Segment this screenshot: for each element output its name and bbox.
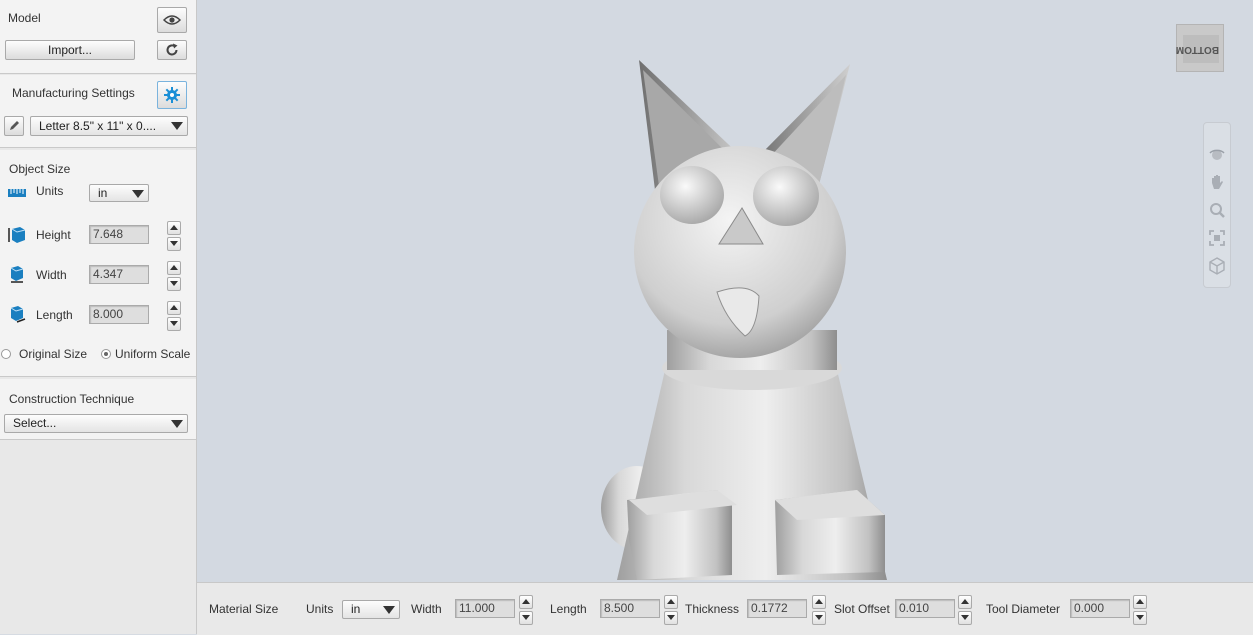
material-length-label: Length (550, 602, 587, 616)
view-cube[interactable]: BOTTOM (1176, 24, 1224, 72)
height-stepper[interactable] (167, 221, 181, 251)
original-size-label: Original Size (19, 347, 88, 361)
chevron-down-icon (383, 606, 395, 614)
fit-icon[interactable] (1208, 229, 1226, 247)
tool-diameter-label: Tool Diameter (986, 602, 1061, 616)
length-input[interactable]: 8.000 (89, 305, 149, 324)
pan-icon[interactable] (1208, 173, 1226, 191)
uniform-scale-radio[interactable] (101, 349, 111, 359)
preset-select-value: Letter 8.5" x 11" x 0.... (39, 119, 157, 133)
construction-panel: Construction Technique Select... (0, 379, 196, 440)
width-input[interactable]: 4.347 (89, 265, 149, 284)
navigation-bar (1203, 122, 1231, 288)
visibility-button[interactable] (157, 7, 187, 33)
eye-icon (163, 15, 181, 25)
settings-button[interactable] (157, 81, 187, 109)
material-size-bar: Material Size Units in Width 11.000 Leng… (197, 582, 1253, 635)
zoom-icon[interactable] (1208, 201, 1226, 219)
thickness-stepper[interactable] (812, 595, 826, 625)
object-size-panel: Object Size Units in Height 7.648 Width … (0, 150, 196, 377)
object-units-value: in (98, 186, 108, 200)
chevron-down-icon (171, 122, 183, 130)
pencil-icon (10, 121, 19, 130)
preset-select[interactable]: Letter 8.5" x 11" x 0.... (30, 116, 188, 136)
tool-diameter-input[interactable]: 0.000 (1070, 599, 1130, 618)
slot-offset-stepper[interactable] (958, 595, 972, 625)
sidebar: Model Import... Manufacturing Settings L… (0, 0, 197, 634)
width-label: Width (36, 268, 67, 282)
material-width-stepper[interactable] (519, 595, 533, 625)
material-width-label: Width (411, 602, 442, 616)
material-width-input[interactable]: 11.000 (455, 599, 515, 618)
refresh-button[interactable] (157, 40, 187, 60)
material-length-stepper[interactable] (664, 595, 678, 625)
construction-technique-label: Construction Technique (9, 392, 135, 406)
thickness-input[interactable]: 0.1772 (747, 599, 807, 618)
material-length-input[interactable]: 8.500 (600, 599, 660, 618)
chevron-down-icon (132, 190, 144, 198)
length-icon (10, 306, 26, 323)
object-size-label: Object Size (9, 162, 71, 176)
construction-technique-select[interactable]: Select... (4, 414, 188, 433)
3d-viewport[interactable]: BOTTOM (197, 0, 1253, 582)
gear-icon (164, 87, 180, 103)
cat-model[interactable] (197, 0, 1253, 582)
thickness-label: Thickness (685, 602, 740, 616)
ruler-icon (8, 189, 26, 197)
length-label: Length (36, 308, 73, 322)
width-stepper[interactable] (167, 261, 181, 291)
refresh-icon (166, 43, 178, 56)
units-label: Units (36, 184, 64, 198)
width-icon (10, 266, 24, 283)
height-icon (8, 227, 26, 243)
model-label: Model (8, 11, 41, 25)
material-size-label: Material Size (209, 602, 279, 616)
material-units-value: in (351, 602, 361, 616)
material-units-select[interactable]: in (342, 600, 400, 619)
tool-diameter-stepper[interactable] (1133, 595, 1147, 625)
uniform-scale-label: Uniform Scale (115, 347, 191, 361)
slot-offset-label: Slot Offset (834, 602, 890, 616)
manufacturing-settings-label: Manufacturing Settings (12, 86, 135, 100)
orbit-icon[interactable] (1208, 145, 1226, 163)
material-units-label: Units (306, 602, 334, 616)
length-stepper[interactable] (167, 301, 181, 331)
chevron-down-icon (171, 420, 183, 428)
import-button[interactable]: Import... (5, 40, 135, 60)
height-input[interactable]: 7.648 (89, 225, 149, 244)
manufacturing-panel: Manufacturing Settings Letter 8.5" x 11"… (0, 75, 196, 148)
construction-select-value: Select... (13, 416, 57, 430)
slot-offset-input[interactable]: 0.010 (895, 599, 955, 618)
view-cube-face: BOTTOM (1176, 35, 1219, 63)
cube-icon[interactable] (1208, 257, 1226, 275)
original-size-radio[interactable] (1, 349, 11, 359)
object-units-select[interactable]: in (89, 184, 149, 202)
height-label: Height (36, 228, 71, 242)
edit-preset-button[interactable] (4, 116, 24, 136)
model-panel: Model Import... (0, 0, 196, 74)
